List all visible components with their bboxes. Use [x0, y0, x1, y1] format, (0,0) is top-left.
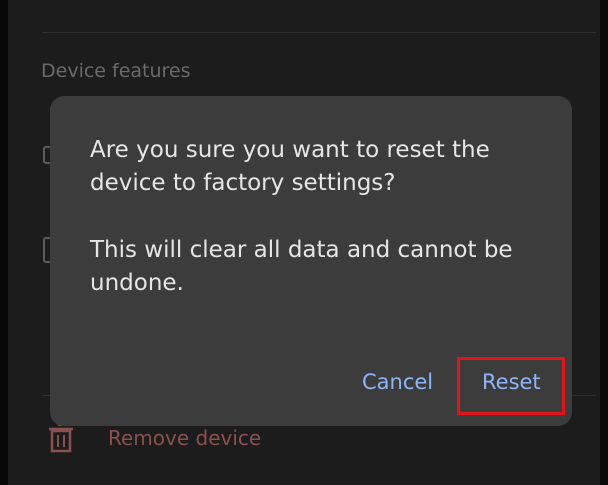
reset-highlight-box — [457, 357, 565, 415]
dialog-title: Are you sure you want to reset the devic… — [90, 137, 490, 196]
settings-screen: Device features Remove device Are you su… — [0, 0, 608, 485]
dialog-body: This will clear all data and cannot be u… — [90, 237, 513, 296]
cancel-button[interactable]: Cancel — [362, 370, 433, 394]
